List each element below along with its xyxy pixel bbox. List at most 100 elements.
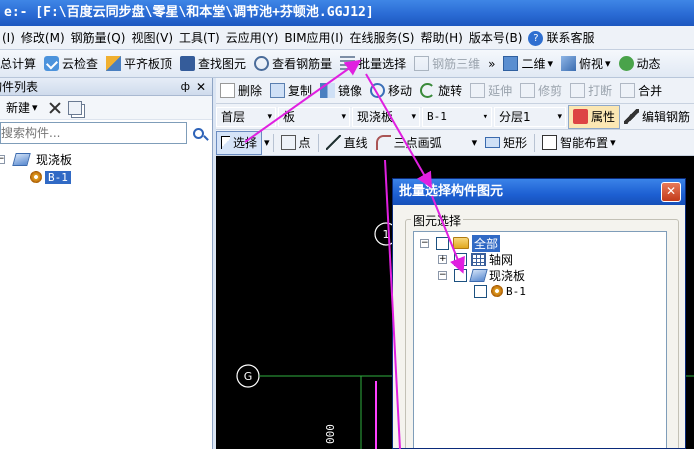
rectangle-icon [485, 137, 501, 148]
tree-node-axis[interactable]: + 轴网 [438, 251, 513, 267]
dialog-title: 批量选择构件图元 [399, 184, 504, 199]
move-button[interactable]: 移动 [366, 79, 416, 103]
arc-button[interactable]: 三点画弧 ▾ [372, 131, 482, 155]
chevron-down-icon: ▾ [605, 57, 611, 70]
arc-label: 三点画弧 [393, 136, 442, 150]
collapse-icon[interactable]: − [420, 238, 429, 248]
expand-icon[interactable]: + [438, 254, 447, 264]
eraser-icon [220, 83, 235, 98]
rotate-button[interactable]: 旋转 [416, 79, 466, 103]
component-gear-icon [30, 171, 42, 183]
chevron-down-icon: ▾ [557, 111, 562, 122]
tree-node-b1-label: B-1 [506, 284, 526, 298]
layer-select[interactable]: 分层1 ▾ [494, 106, 566, 127]
tree-node-all[interactable]: − 全部 [420, 234, 501, 252]
extend-button[interactable]: 延伸 [466, 79, 516, 103]
tree-node-b1[interactable]: B-1 [470, 283, 526, 299]
tree-group-slab[interactable]: − 现浇板 [0, 150, 212, 168]
flat-top-button[interactable]: 平齐板顶 [102, 52, 176, 76]
collapse-icon[interactable]: − [0, 154, 5, 164]
checkbox-axis[interactable] [454, 252, 467, 266]
copy-button[interactable]: 复制 [266, 79, 316, 103]
break-button[interactable]: 打断 [566, 79, 616, 103]
tree-item-b1[interactable]: B-1 [0, 168, 212, 186]
properties-icon [573, 109, 588, 124]
menu-item-version[interactable]: 版本号(B) [469, 26, 527, 49]
dialog-close-icon[interactable]: ✕ [661, 182, 681, 202]
checkbox-b1[interactable] [474, 284, 487, 298]
chevron-down-icon: ▾ [482, 111, 488, 122]
search-row [0, 120, 212, 146]
type-select[interactable]: 现浇板 ▾ [352, 106, 420, 127]
pin-icon[interactable]: ф [181, 78, 190, 96]
properties-button[interactable]: 属性 [568, 104, 621, 129]
close-icon[interactable]: ✕ [196, 78, 206, 96]
delete-label: 删除 [238, 84, 263, 98]
trim-button[interactable]: 修剪 [516, 79, 566, 103]
component-list-title: 构件列表 [0, 80, 39, 94]
draw-toolbar: 选择 ▾ 点 直线 三点画弧 ▾ 矩形 智能布置 ▾ [216, 130, 694, 156]
component-gear-icon [491, 285, 503, 297]
support-icon: ? [528, 30, 544, 46]
tree-node-slab[interactable]: − 现浇板 [438, 267, 525, 283]
dynamic-observe-button[interactable]: 动态 [615, 52, 665, 76]
rect-label: 矩形 [503, 136, 528, 150]
menu-item-modify[interactable]: 修改(M) [21, 26, 69, 49]
menu-item-rebar-quantity[interactable]: 钢筋量(Q) [71, 26, 130, 49]
batch-select-button[interactable]: 批量选择 [336, 52, 410, 76]
view-rebar-button[interactable]: 查看钢筋量 [250, 52, 336, 76]
menu-item-help[interactable]: 帮助(H) [420, 26, 466, 49]
menu-item-online[interactable]: 在线服务(S) [349, 26, 418, 49]
menu-item-cloud[interactable]: 云应用(Y) [226, 26, 283, 49]
point-button[interactable]: 点 [277, 131, 315, 155]
menu-item-view[interactable]: 视图(V) [131, 26, 177, 49]
copy-icon[interactable] [67, 100, 82, 115]
arc-icon [375, 135, 391, 150]
element-value: B-1 [427, 110, 447, 123]
line-button[interactable]: 直线 [322, 131, 372, 155]
contact-support[interactable]: ? 联系客服 [528, 26, 598, 49]
menu-item-0[interactable]: (I) [2, 26, 19, 49]
category-select[interactable]: 板 ▾ [278, 106, 350, 127]
merge-label: 合并 [638, 84, 663, 98]
search-button[interactable] [187, 122, 209, 144]
select-label: 选择 [233, 136, 258, 150]
view-top-dropdown[interactable]: 俯视 ▾ [557, 52, 615, 76]
menu-item-tools[interactable]: 工具(T) [179, 26, 224, 49]
summary-calc-button[interactable]: 汇总计算 [0, 52, 40, 76]
rect-button[interactable]: 矩形 [481, 131, 531, 155]
chevron-down-icon: ▾ [411, 111, 416, 122]
select-button[interactable]: 选择 [216, 130, 263, 155]
element-select[interactable]: B-1 ▾ [422, 106, 492, 127]
find-element-button[interactable]: 查找图元 [176, 52, 250, 76]
checkbox-all[interactable] [436, 236, 449, 250]
collapse-icon[interactable]: − [438, 270, 447, 280]
edit-rebar-button[interactable]: 编辑钢筋 [620, 105, 694, 129]
element-select-group-label: 图元选择 [411, 212, 464, 229]
new-component-button[interactable]: 新建 ▾ [0, 96, 42, 120]
edit-toolbar: 删除 复制 镜像 移动 旋转 延伸 修剪 打断 合并 [216, 78, 694, 104]
checkbox-slab[interactable] [454, 268, 467, 282]
point-icon [280, 135, 296, 150]
line-icon [325, 135, 341, 150]
component-search-input[interactable] [0, 122, 187, 144]
toolbar-overflow-button[interactable]: » [484, 52, 499, 76]
component-list-panel: 构件列表 ф ✕ 新建▾ − 现浇板 B-1 [0, 78, 213, 449]
rotate-icon [420, 83, 436, 98]
cloud-check-button[interactable]: 云检查 [40, 52, 102, 76]
delete-x-icon[interactable] [48, 101, 62, 115]
mirror-button[interactable]: 镜像 [316, 79, 366, 103]
smart-layout-button[interactable]: 智能布置 ▾ [538, 131, 620, 155]
chevron-down-icon[interactable]: ▾ [264, 136, 270, 149]
dynamic-label: 动态 [636, 57, 661, 71]
menu-item-bim[interactable]: BIM应用(I) [284, 26, 347, 49]
delete-button[interactable]: 删除 [216, 79, 266, 103]
merge-button[interactable]: 合并 [616, 79, 666, 103]
break-label: 打断 [588, 84, 613, 98]
move-label: 移动 [388, 84, 413, 98]
dynamic-icon [618, 56, 634, 71]
chevron-down-icon: ▾ [471, 136, 478, 149]
floor-select[interactable]: 首层 ▾ [216, 106, 276, 127]
rebar-3d-button[interactable]: 钢筋三维 [410, 52, 484, 76]
view-2d-dropdown[interactable]: 二维 ▾ [499, 52, 557, 76]
